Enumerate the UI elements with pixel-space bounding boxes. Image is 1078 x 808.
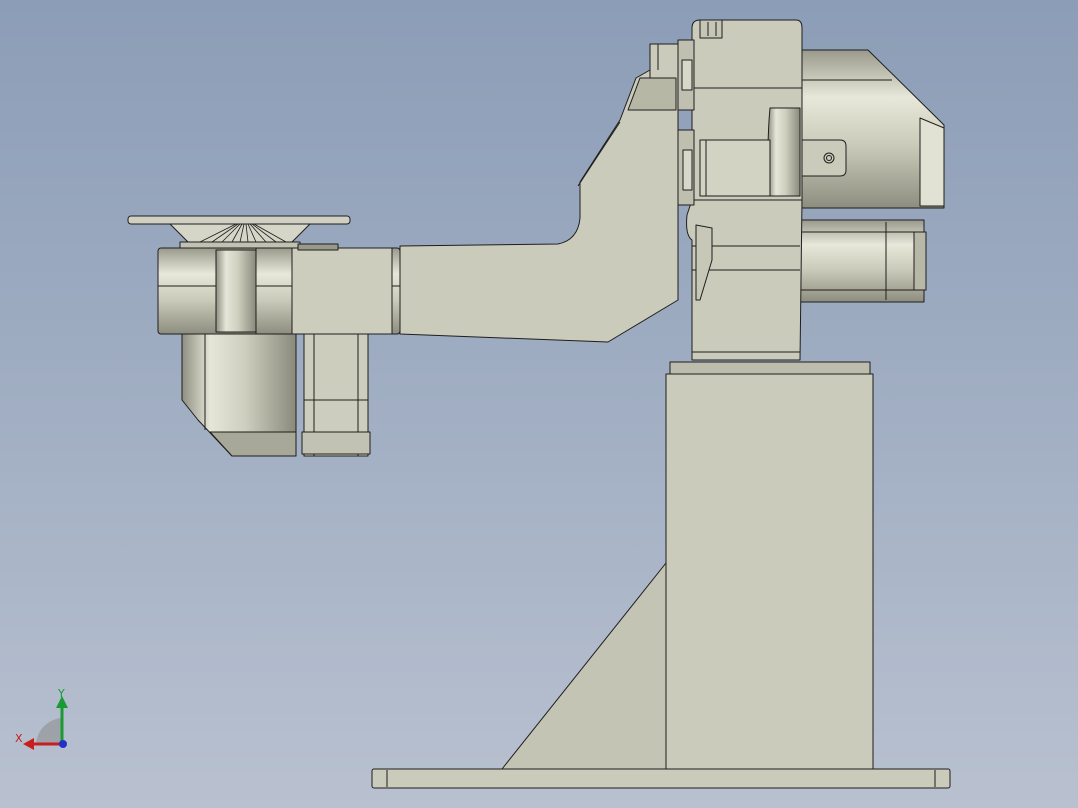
base-plate	[371, 768, 951, 789]
motor-bracket	[799, 139, 847, 177]
tool-flange-hub	[169, 223, 311, 243]
robot-model[interactable]	[0, 0, 1078, 808]
support-gusset	[501, 562, 667, 770]
axis-x-label: X	[15, 732, 23, 745]
tool-flange-plate	[127, 215, 351, 225]
cad-graphics-viewport[interactable]: X Y	[0, 0, 1078, 808]
axis-y-label: Y	[58, 687, 65, 700]
axis-z-dot-icon	[59, 740, 67, 748]
pedestal-column	[665, 373, 874, 770]
coordinate-triad	[23, 696, 68, 750]
